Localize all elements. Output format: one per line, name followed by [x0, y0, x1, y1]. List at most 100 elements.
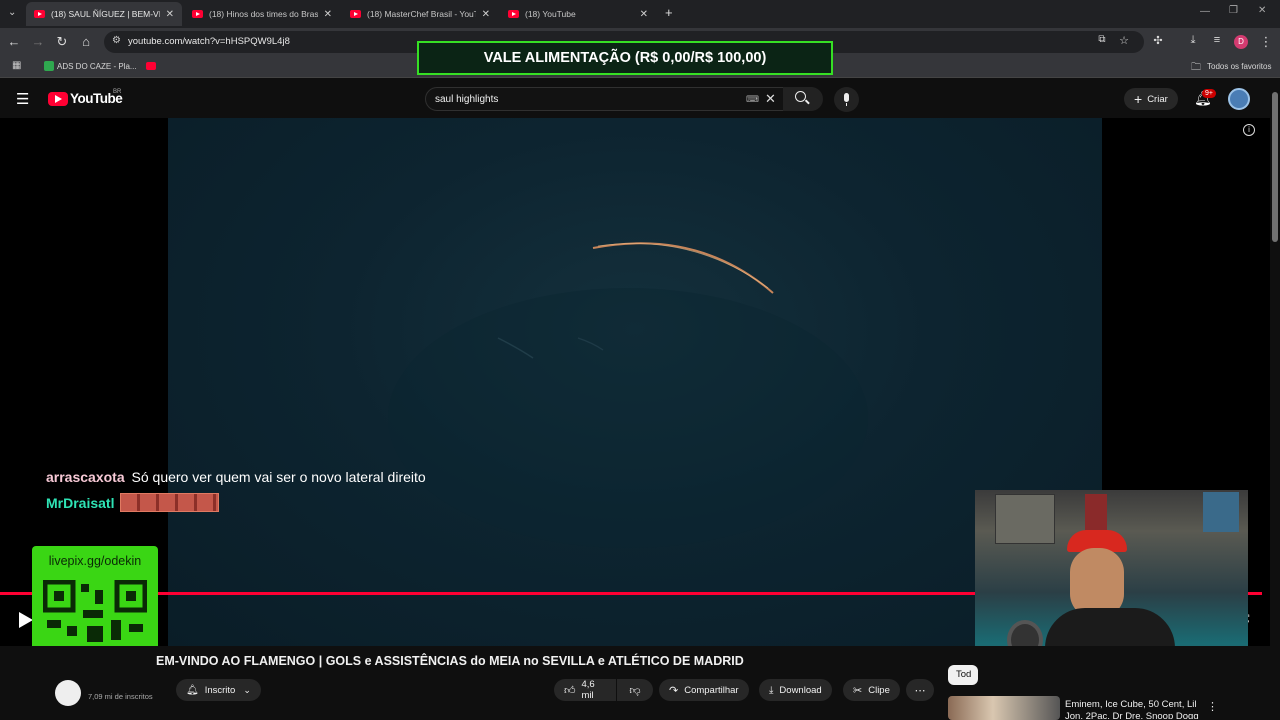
tab-label: (18) MasterChef Brasil - YouTub: [367, 9, 476, 19]
chrome-menu-icon[interactable]: ⋮: [1258, 34, 1274, 50]
video-frame[interactable]: [168, 118, 1102, 646]
voice-search-button[interactable]: [834, 87, 859, 112]
thumbs-up-icon: 👍︎: [564, 684, 576, 697]
share-button[interactable]: ↷ Compartilhar: [659, 679, 749, 701]
all-bookmarks[interactable]: Todos os favoritos: [1207, 62, 1271, 71]
search-button[interactable]: [783, 87, 823, 111]
dislike-button[interactable]: 👎︎: [617, 679, 653, 701]
wall-photo: [995, 494, 1055, 544]
recommended-title[interactable]: Eminem, Ice Cube, 50 Cent, Lil Jon, 2Pac…: [1065, 699, 1200, 719]
video-scene: [388, 242, 868, 548]
browser-tab-strip: ⌄ (18) SAUL ÑÍGUEZ | BEM-VINDO ✕ (18) Hi…: [0, 0, 1280, 28]
home-icon[interactable]: ⌂: [78, 34, 94, 49]
info-icon[interactable]: i: [1243, 124, 1255, 136]
recommended-thumbnail[interactable]: [948, 696, 1060, 720]
tab-youtube[interactable]: (18) YouTube ✕: [500, 2, 656, 26]
video-title: EM-VINDO AO FLAMENGO | GOLS e ASSISTÊNCI…: [156, 654, 744, 668]
tab-hinos[interactable]: (18) Hinos dos times do Brasileir ✕: [184, 2, 340, 26]
tab-saul[interactable]: (18) SAUL ÑÍGUEZ | BEM-VINDO ✕: [26, 2, 182, 26]
tab-label: (18) YouTube: [525, 9, 576, 19]
scrollbar-thumb[interactable]: [1272, 92, 1278, 242]
scissors-icon: ✂: [853, 684, 863, 697]
subscriber-count: 7,09 mi de inscritos: [88, 692, 153, 701]
clear-search-icon[interactable]: ✕: [765, 91, 776, 107]
bookmark-ads-caze[interactable]: ADS DO CAZE - Pla...: [57, 62, 137, 71]
bell-icon: 🔔︎: [186, 684, 199, 696]
menu-hamburger-icon[interactable]: ☰: [16, 90, 29, 108]
new-tab-button[interactable]: +: [665, 5, 673, 20]
search-input[interactable]: saul highlights: [435, 94, 498, 105]
apps-grid-icon[interactable]: ▦: [12, 60, 21, 71]
url-text[interactable]: youtube.com/watch?v=hHSPQW9L4j8: [128, 36, 290, 47]
thumbs-down-icon: 👎︎: [629, 684, 641, 697]
like-count: 4,6 mil: [581, 679, 595, 701]
share-label: Compartilhar: [684, 684, 739, 696]
chat-username: MrDraisatl: [46, 494, 115, 511]
close-icon[interactable]: ✕: [166, 9, 174, 20]
bookmark-star-icon[interactable]: ☆: [1116, 34, 1132, 47]
user-avatar[interactable]: [1228, 88, 1250, 110]
download-button[interactable]: ⤓ Download: [759, 679, 832, 701]
chevron-down-icon: ⌄: [243, 684, 251, 695]
promo-banner: VALE ALIMENTAÇÃO (R$ 0,00/R$ 100,00): [417, 41, 833, 75]
subscribed-label: Inscrito: [204, 684, 236, 696]
create-button[interactable]: + Criar: [1124, 88, 1178, 110]
clip-button[interactable]: ✂ Clipe: [843, 679, 900, 701]
channel-avatar[interactable]: [55, 680, 81, 706]
youtube-favicon-icon: [192, 10, 203, 18]
tab-label: (18) Hinos dos times do Brasileir: [209, 9, 318, 19]
close-icon[interactable]: ✕: [482, 9, 490, 20]
youtube-logo-icon[interactable]: [48, 92, 68, 106]
forward-arrow-icon[interactable]: →: [30, 34, 46, 49]
video-info-bar: EM-VINDO AO FLAMENGO | GOLS e ASSISTÊNCI…: [0, 646, 1270, 720]
youtube-favicon-icon: [508, 10, 519, 18]
livepix-url: livepix.gg/odekin: [48, 554, 142, 568]
chat-message: arrascaxota Só quero ver quem vai ser o …: [46, 469, 426, 485]
folder-icon: 🗀: [1191, 62, 1201, 73]
notification-badge: 9+: [1202, 89, 1216, 98]
extensions-icon[interactable]: ✣: [1150, 34, 1166, 47]
tab-masterchef[interactable]: (18) MasterChef Brasil - YouTub ✕: [342, 2, 498, 26]
clip-label: Clipe: [868, 684, 890, 696]
wall-jersey: [1085, 494, 1107, 530]
wall-poster: [1203, 492, 1239, 532]
share-icon: ↷: [669, 684, 679, 697]
media-control-icon[interactable]: ≡: [1209, 34, 1225, 46]
chat-text: Só quero ver quem vai ser o novo lateral…: [131, 469, 426, 485]
more-actions-button[interactable]: ⋯: [906, 679, 934, 701]
create-label: Criar: [1147, 93, 1168, 105]
subscribed-button[interactable]: 🔔︎ Inscrito ⌄: [176, 679, 261, 701]
region-code: BR: [113, 89, 122, 95]
more-horizontal-icon: ⋯: [914, 684, 926, 697]
site-info-icon[interactable]: ⚙: [112, 35, 121, 46]
reload-icon[interactable]: ↻: [54, 34, 70, 50]
search-box[interactable]: saul highlights ⌨ ✕: [425, 87, 822, 111]
page-scrollbar[interactable]: [1270, 80, 1280, 720]
tab-label: (18) SAUL ÑÍGUEZ | BEM-VINDO: [51, 9, 160, 19]
profile-avatar[interactable]: D: [1234, 35, 1248, 49]
window-close-icon[interactable]: ✕: [1258, 5, 1266, 16]
minimize-icon[interactable]: —: [1200, 6, 1210, 17]
chat-message: MrDraisatl: [46, 493, 220, 512]
like-button[interactable]: 👍︎ 4,6 mil: [554, 679, 616, 701]
chat-username: arrascaxota: [46, 469, 125, 485]
tab-search-icon[interactable]: ⌄: [8, 7, 16, 18]
youtube-bookmark-icon[interactable]: [146, 62, 156, 70]
keyboard-icon[interactable]: ⌨: [746, 94, 759, 105]
youtube-favicon-icon: [34, 10, 45, 18]
youtube-header: ☰ YouTube BR saul highlights ⌨ ✕ + Criar…: [0, 80, 1270, 118]
back-arrow-icon[interactable]: ←: [6, 34, 22, 49]
maximize-icon[interactable]: ❐: [1229, 5, 1238, 16]
download-label: Download: [779, 684, 822, 696]
install-app-icon[interactable]: ⧉: [1094, 34, 1110, 45]
download-icon[interactable]: ⤓: [1185, 34, 1201, 47]
close-icon[interactable]: ✕: [640, 9, 648, 20]
play-icon[interactable]: [19, 612, 33, 628]
sheets-favicon-icon: [44, 61, 54, 71]
more-vertical-icon[interactable]: ⋮: [1207, 700, 1218, 713]
emote-strip-icon: [120, 493, 220, 512]
chip-all[interactable]: Tod: [948, 665, 978, 685]
close-icon[interactable]: ✕: [324, 9, 332, 20]
download-icon: ⤓: [769, 684, 774, 696]
microphone-icon: [844, 93, 849, 102]
